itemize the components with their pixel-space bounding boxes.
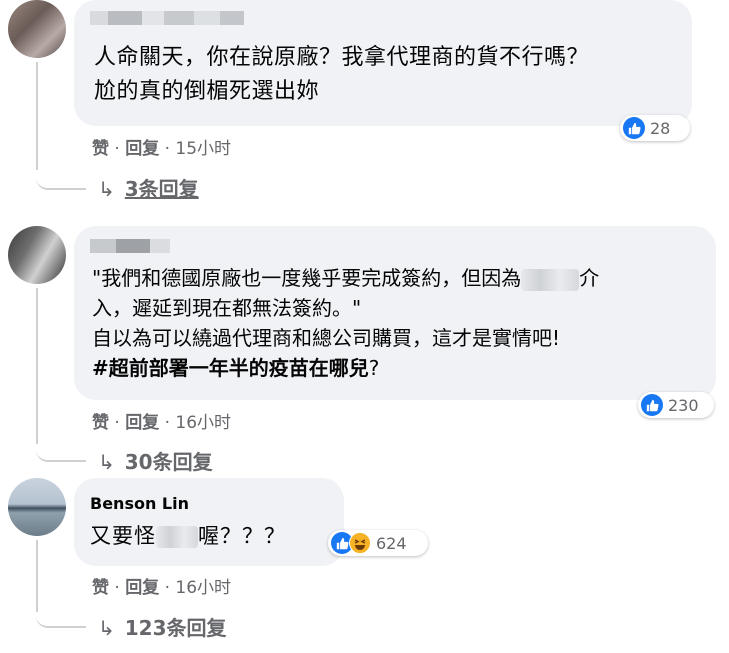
comment-actions: 赞 · 回复 · 16小时: [92, 573, 231, 598]
comment-text: ?: [368, 356, 380, 380]
thread-connector: [36, 160, 86, 190]
reply-arrow-icon: ↳: [98, 616, 115, 640]
thread-connector: [36, 602, 86, 628]
comment-text-line: 人命關天，你在說原廠？我拿代理商的貨不行嗎？: [94, 45, 590, 70]
reply-button[interactable]: 回复: [125, 578, 159, 598]
reply-button[interactable]: 回复: [125, 139, 159, 159]
comment-text-line: "我們和德國原廠也一度幾乎要完成簽約，但因為 介: [92, 264, 599, 293]
comment-actions: 赞 · 回复 · 15小时: [92, 134, 231, 159]
replies-count-label: 3条回复: [124, 177, 199, 201]
like-icon: [641, 394, 663, 416]
avatar[interactable]: [8, 226, 66, 284]
reply-arrow-icon: ↳: [98, 450, 115, 474]
reaction-summary[interactable]: 624: [328, 530, 428, 556]
reaction-count: 28: [650, 118, 671, 138]
comment-text-line: #超前部署一年半的疫苗在哪兒?: [92, 354, 379, 383]
reaction-summary[interactable]: 28: [620, 115, 690, 141]
comment-text: 又要怪: [90, 524, 156, 548]
thread-line: [36, 62, 38, 170]
redacted-text: [521, 268, 580, 291]
comment-actions: 赞 · 回复 · 16小时: [92, 408, 231, 433]
replies-count-label: 123条回复: [124, 616, 227, 640]
comment-text: 喔？？？: [198, 524, 286, 548]
reply-arrow-icon: ↳: [98, 177, 115, 201]
author-name-redacted[interactable]: [90, 10, 244, 25]
avatar[interactable]: [8, 0, 66, 58]
like-button[interactable]: 赞: [92, 578, 109, 598]
reaction-count: 230: [668, 395, 699, 415]
like-button[interactable]: 赞: [92, 413, 109, 433]
replies-count-label: 30条回复: [124, 450, 213, 474]
comment-text: "我們和德國原廠也一度幾乎要完成簽約，但因為: [92, 266, 522, 290]
comment-text-line: 自以為可以繞過代理商和總公司購買，這才是實情吧!: [92, 326, 561, 350]
like-button[interactable]: 赞: [92, 139, 109, 159]
reply-button[interactable]: 回复: [125, 413, 159, 433]
comment-text: 介: [579, 266, 600, 290]
comment-text-line: 又要怪 喔？？？: [90, 522, 286, 551]
comment-text-line: 入，遲延到現在都無法簽約。": [92, 296, 362, 320]
separator: ·: [109, 578, 126, 598]
comment-text-line: 尬的真的倒楣死選出妳: [94, 79, 320, 104]
separator: ·: [109, 413, 126, 433]
hashtag-link[interactable]: #超前部署一年半的疫苗在哪兒: [92, 356, 369, 380]
separator: ·: [109, 139, 126, 159]
like-icon: [623, 117, 645, 139]
avatar[interactable]: [8, 478, 66, 536]
redacted-text: [156, 526, 198, 548]
comment-bubble: "我們和德國原廠也一度幾乎要完成簽約，但因為 介 入，遲延到現在都無法簽約。" 自…: [74, 226, 716, 400]
thread-connector: [36, 434, 86, 462]
comment-bubble: Benson Lin 又要怪 喔？？？: [74, 478, 344, 566]
haha-icon: [349, 532, 371, 554]
thread-line: [36, 288, 38, 444]
view-replies-link[interactable]: ↳ 30条回复: [98, 446, 213, 475]
comment-bubble: 人命關天，你在說原廠？我拿代理商的貨不行嗎？ 尬的真的倒楣死選出妳: [74, 0, 692, 126]
view-replies-link[interactable]: ↳ 3条回复: [98, 173, 199, 202]
timestamp[interactable]: · 15小时: [159, 139, 231, 159]
reaction-count: 624: [376, 533, 407, 553]
timestamp[interactable]: · 16小时: [159, 413, 231, 433]
author-name-redacted[interactable]: [90, 238, 170, 253]
reaction-summary[interactable]: 230: [638, 392, 714, 418]
author-name[interactable]: Benson Lin: [90, 494, 189, 513]
view-replies-link[interactable]: ↳ 123条回复: [98, 612, 227, 641]
timestamp[interactable]: · 16小时: [159, 578, 231, 598]
